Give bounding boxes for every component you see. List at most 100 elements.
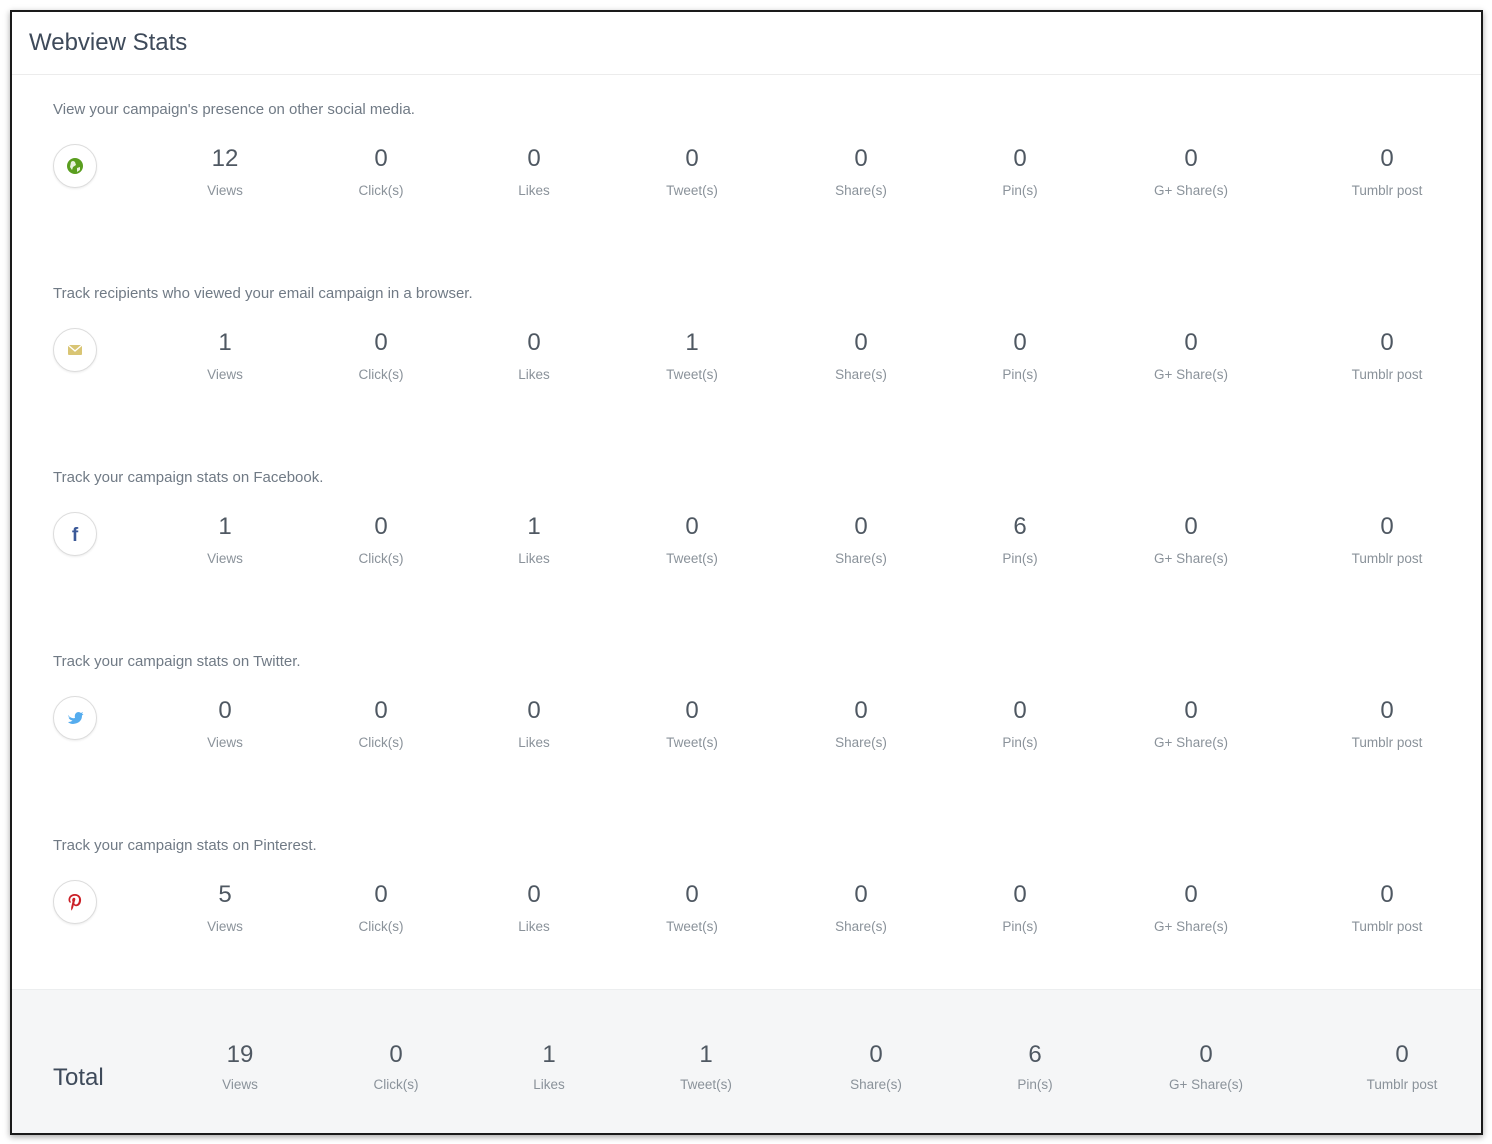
total-stat-5: 6 Pin(s) bbox=[955, 1040, 1115, 1093]
stat-label: Tweet(s) bbox=[666, 183, 718, 198]
total-row: Total 19 Views 0 Click(s) 1 Likes 1 Tweet(s) 0 Sh… bbox=[12, 989, 1481, 1133]
total-value: 0 bbox=[1199, 1041, 1213, 1068]
panel-header: Webview Stats bbox=[12, 12, 1481, 75]
stat-label: G+ Share(s) bbox=[1154, 367, 1228, 382]
stat-label: Likes bbox=[518, 183, 550, 198]
stat-web-5: 0 Pin(s) bbox=[940, 144, 1100, 199]
stat-label: Pin(s) bbox=[1002, 183, 1038, 198]
stat-pinterest-5: 0 Pin(s) bbox=[940, 880, 1100, 935]
stat-value: 1 bbox=[527, 513, 541, 540]
stat-facebook-7: 0 Tumblr post bbox=[1307, 512, 1467, 567]
webview-stats-panel: Webview Stats View your campaign's prese… bbox=[10, 10, 1483, 1135]
stat-twitter-4: 0 Share(s) bbox=[781, 696, 941, 751]
stat-label: Views bbox=[207, 551, 243, 566]
stat-email-7: 0 Tumblr post bbox=[1307, 328, 1467, 383]
stat-label: Click(s) bbox=[373, 1077, 419, 1092]
stat-value: 0 bbox=[1380, 329, 1394, 356]
total-value: 0 bbox=[389, 1041, 403, 1068]
stat-label: G+ Share(s) bbox=[1154, 919, 1228, 934]
globe-icon bbox=[53, 144, 97, 188]
stat-value: 0 bbox=[1184, 697, 1198, 724]
stat-twitter-7: 0 Tumblr post bbox=[1307, 696, 1467, 751]
total-value: 1 bbox=[699, 1041, 713, 1068]
stat-pinterest-0: 5 Views bbox=[145, 880, 305, 935]
stat-value: 6 bbox=[1013, 513, 1027, 540]
stat-label: Tweet(s) bbox=[666, 735, 718, 750]
stat-facebook-2: 1 Likes bbox=[454, 512, 614, 567]
stat-value: 1 bbox=[218, 513, 232, 540]
stats-section-pinterest: Track your campaign stats on Pinterest. 5… bbox=[12, 810, 1481, 994]
stat-value: 0 bbox=[527, 329, 541, 356]
stat-label: G+ Share(s) bbox=[1154, 183, 1228, 198]
stat-label: Tweet(s) bbox=[666, 367, 718, 382]
stat-label: Tweet(s) bbox=[666, 919, 718, 934]
stat-label: Pin(s) bbox=[1002, 919, 1038, 934]
stat-value: 0 bbox=[854, 881, 868, 908]
stat-value: 0 bbox=[374, 697, 388, 724]
stat-label: G+ Share(s) bbox=[1154, 735, 1228, 750]
stat-value: 0 bbox=[1184, 881, 1198, 908]
stat-value: 1 bbox=[218, 329, 232, 356]
stat-label: Pin(s) bbox=[1002, 735, 1038, 750]
stat-value: 0 bbox=[1184, 329, 1198, 356]
stat-value: 0 bbox=[685, 881, 699, 908]
total-value: 0 bbox=[869, 1041, 883, 1068]
stat-label: Pin(s) bbox=[1002, 551, 1038, 566]
total-stat-0: 19 Views bbox=[160, 1040, 320, 1093]
stat-value: 0 bbox=[527, 881, 541, 908]
pinterest-icon bbox=[53, 880, 97, 924]
stat-label: Share(s) bbox=[835, 367, 887, 382]
stat-facebook-4: 0 Share(s) bbox=[781, 512, 941, 567]
stat-facebook-0: 1 Views bbox=[145, 512, 305, 567]
stat-email-5: 0 Pin(s) bbox=[940, 328, 1100, 383]
stat-pinterest-6: 0 G+ Share(s) bbox=[1111, 880, 1271, 935]
stat-value: 0 bbox=[1013, 145, 1027, 172]
total-value: 0 bbox=[1395, 1041, 1409, 1068]
stat-label: Tumblr post bbox=[1351, 367, 1423, 382]
stat-value: 12 bbox=[211, 145, 239, 172]
stat-value: 5 bbox=[218, 881, 232, 908]
stat-twitter-6: 0 G+ Share(s) bbox=[1111, 696, 1271, 751]
stat-pinterest-2: 0 Likes bbox=[454, 880, 614, 935]
total-value: 19 bbox=[226, 1041, 254, 1068]
stat-label: Views bbox=[207, 735, 243, 750]
stat-label: Likes bbox=[533, 1077, 565, 1092]
stat-value: 0 bbox=[854, 697, 868, 724]
total-stat-2: 1 Likes bbox=[469, 1040, 629, 1093]
total-stat-7: 0 Tumblr post bbox=[1322, 1040, 1481, 1093]
stat-label: Click(s) bbox=[358, 367, 404, 382]
stat-label: Views bbox=[222, 1077, 258, 1092]
stat-value: 0 bbox=[374, 329, 388, 356]
stat-pinterest-4: 0 Share(s) bbox=[781, 880, 941, 935]
stat-label: Click(s) bbox=[358, 735, 404, 750]
stat-label: Pin(s) bbox=[1017, 1077, 1053, 1092]
stat-value: 1 bbox=[685, 329, 699, 356]
stat-label: Tumblr post bbox=[1351, 735, 1423, 750]
section-description: Track your campaign stats on Pinterest. bbox=[53, 837, 317, 854]
total-value: 1 bbox=[542, 1041, 556, 1068]
stats-section-facebook: Track your campaign stats on Facebook. f 1… bbox=[12, 442, 1481, 626]
stat-facebook-1: 0 Click(s) bbox=[301, 512, 461, 567]
stat-facebook-5: 6 Pin(s) bbox=[940, 512, 1100, 567]
stat-web-6: 0 G+ Share(s) bbox=[1111, 144, 1271, 199]
stat-web-1: 0 Click(s) bbox=[301, 144, 461, 199]
stat-value: 0 bbox=[854, 329, 868, 356]
total-stat-4: 0 Share(s) bbox=[796, 1040, 956, 1093]
twitter-icon bbox=[53, 696, 97, 740]
stat-label: Tumblr post bbox=[1351, 183, 1423, 198]
stat-label: Tumblr post bbox=[1351, 551, 1423, 566]
total-label: Total bbox=[53, 1064, 104, 1091]
stat-value: 0 bbox=[1184, 513, 1198, 540]
stat-web-4: 0 Share(s) bbox=[781, 144, 941, 199]
stat-facebook-6: 0 G+ Share(s) bbox=[1111, 512, 1271, 567]
stats-section-web: View your campaign's presence on other s… bbox=[12, 74, 1481, 258]
section-description: Track your campaign stats on Facebook. bbox=[53, 469, 324, 486]
stats-section-email: Track recipients who viewed your email c… bbox=[12, 258, 1481, 442]
stat-label: Likes bbox=[518, 735, 550, 750]
stat-label: Share(s) bbox=[835, 551, 887, 566]
envelope-icon bbox=[53, 328, 97, 372]
stat-value: 0 bbox=[374, 513, 388, 540]
total-value: 6 bbox=[1028, 1041, 1042, 1068]
stat-label: Click(s) bbox=[358, 919, 404, 934]
stat-facebook-3: 0 Tweet(s) bbox=[612, 512, 772, 567]
